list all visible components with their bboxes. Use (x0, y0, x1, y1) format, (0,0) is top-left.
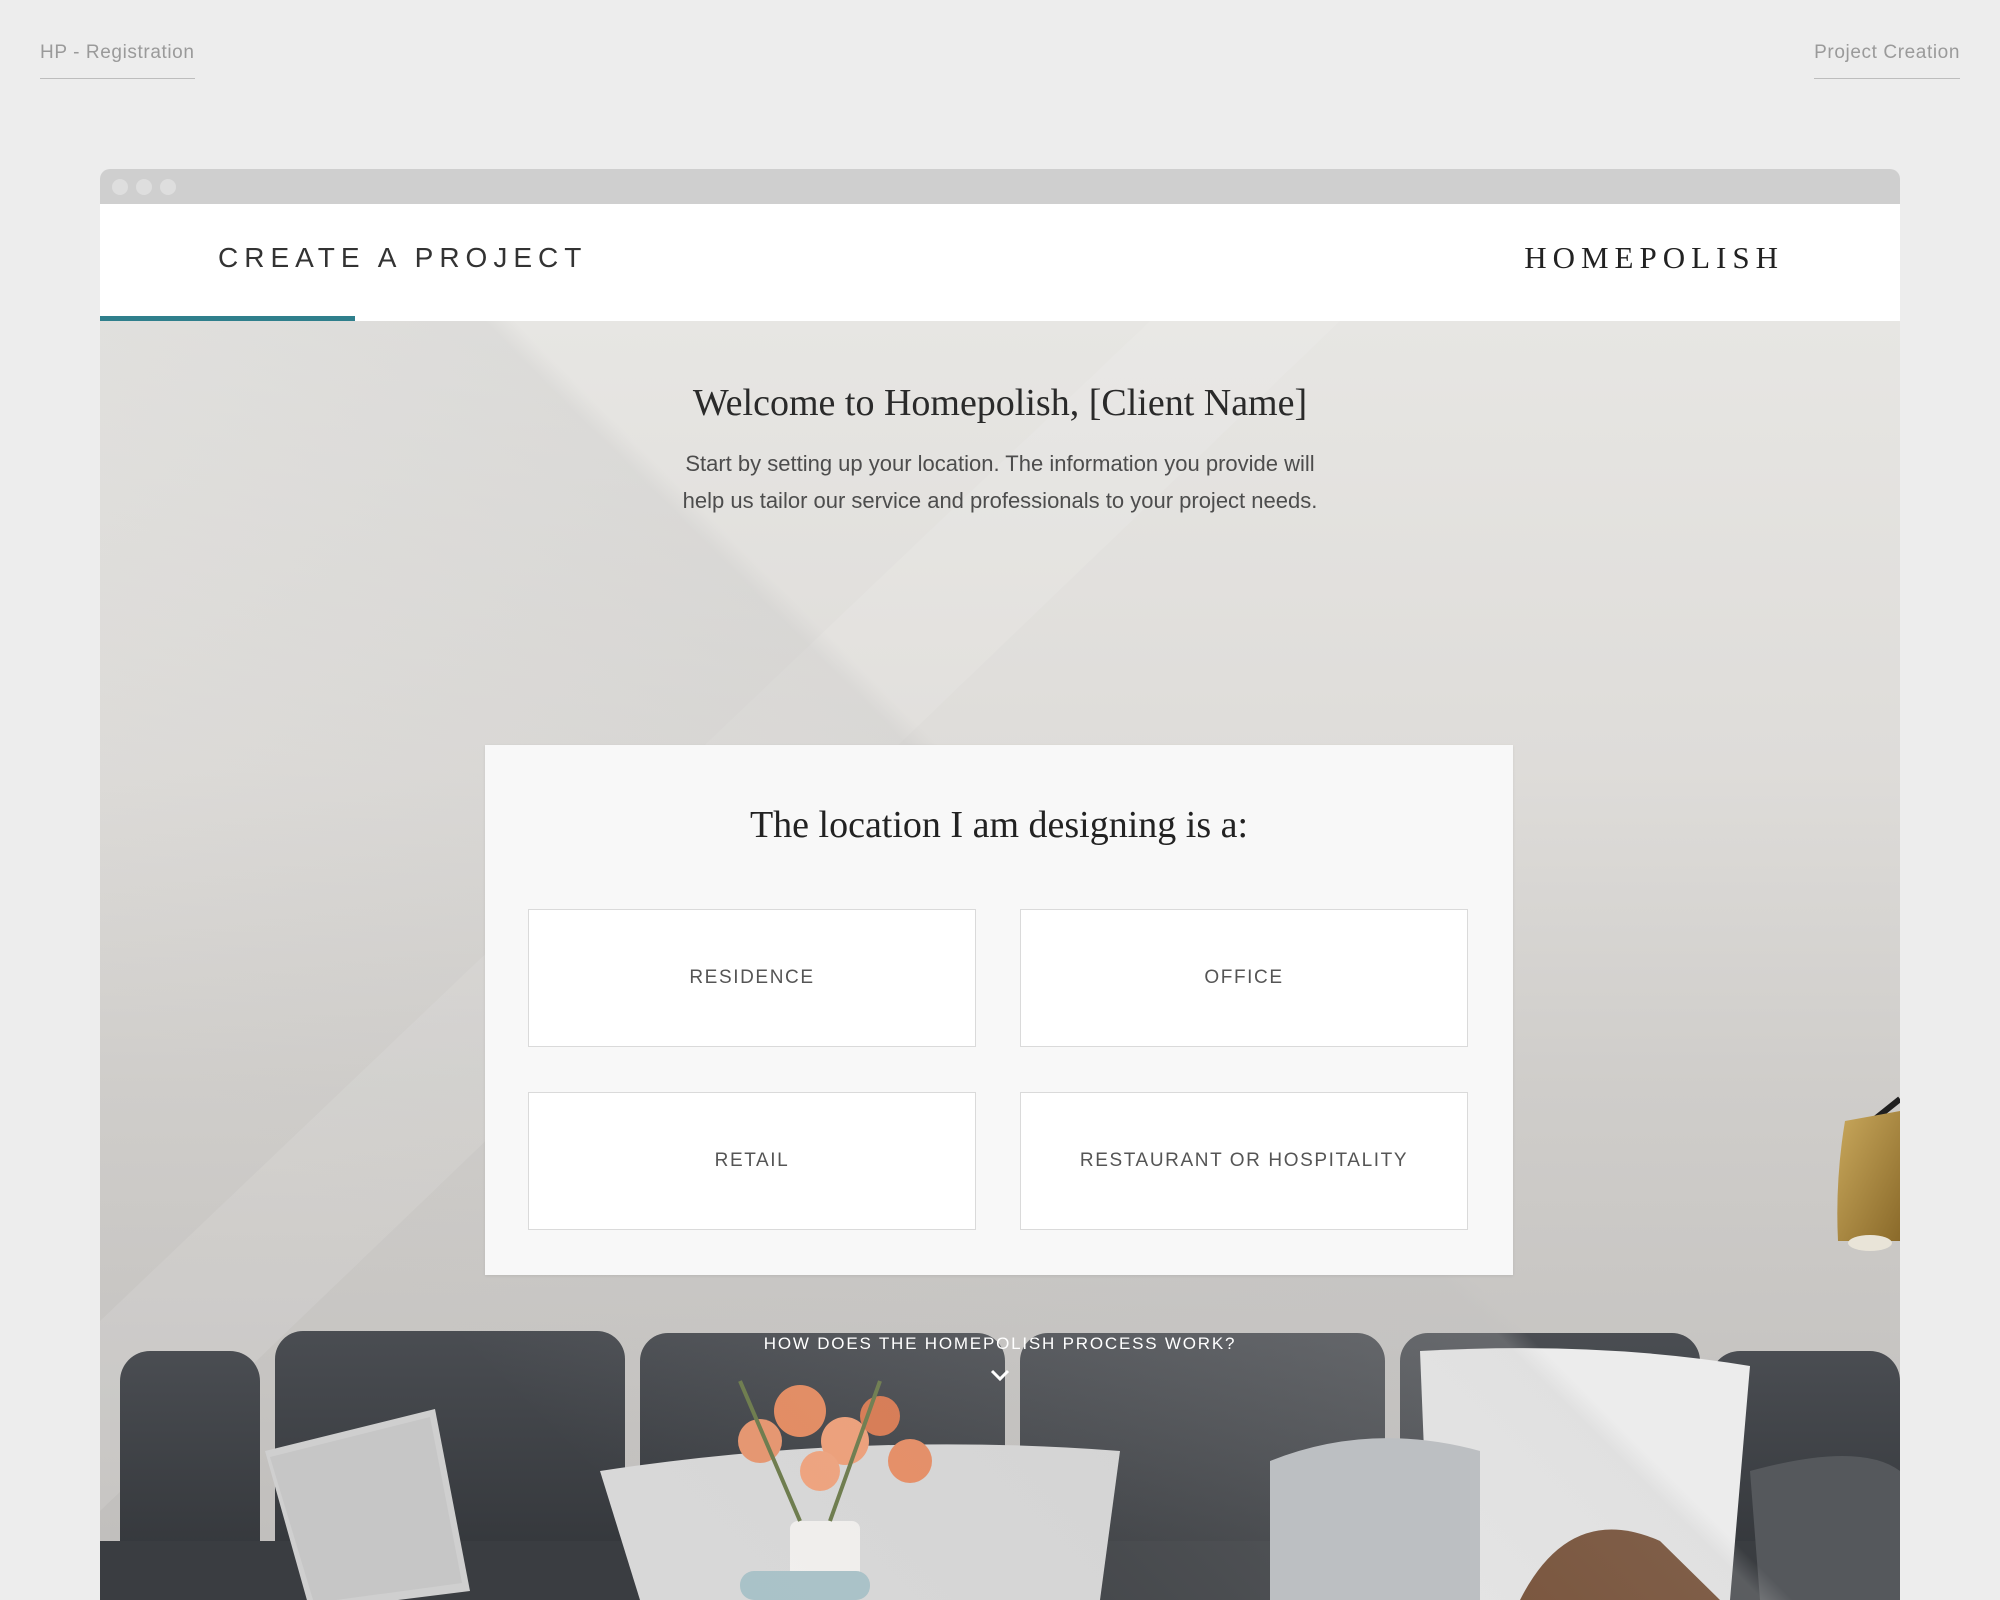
welcome-subtitle-line-2: help us tailor our service and professio… (682, 488, 1318, 513)
option-retail-button[interactable]: RETAIL (528, 1092, 976, 1230)
option-restaurant-hospitality-button[interactable]: RESTAURANT OR HOSPITALITY (1020, 1092, 1468, 1230)
welcome-subtitle-line-1: Start by setting up your location. The i… (685, 451, 1315, 476)
site-header: CREATE A PROJECT HOMEPOLISH (100, 204, 1900, 321)
process-info-link[interactable]: HOW DOES THE HOMEPOLISH PROCESS WORK? (100, 1334, 1900, 1354)
option-office-button[interactable]: OFFICE (1020, 909, 1468, 1047)
location-type-card: The location I am designing is a: RESIDE… (485, 745, 1513, 1275)
browser-window: CREATE A PROJECT HOMEPOLISH Welcome to H… (100, 169, 1900, 1600)
window-close-dot[interactable] (112, 179, 128, 195)
browser-chrome-bar (100, 169, 1900, 204)
window-minimize-dot[interactable] (136, 179, 152, 195)
window-maximize-dot[interactable] (160, 179, 176, 195)
page-label-left: HP - Registration (40, 42, 195, 79)
location-question: The location I am designing is a: (749, 804, 1249, 846)
chevron-down-icon[interactable] (989, 1366, 1011, 1384)
hero-section: Welcome to Homepolish, [Client Name] Sta… (100, 321, 1900, 1600)
option-residence-button[interactable]: RESIDENCE (528, 909, 976, 1047)
welcome-heading: Welcome to Homepolish, [Client Name] (692, 382, 1308, 424)
page-title: CREATE A PROJECT (218, 242, 588, 273)
brand-logo[interactable]: HOMEPOLISH (1524, 240, 1784, 276)
welcome-subtitle: Start by setting up your location. The i… (640, 445, 1360, 519)
page-label-right: Project Creation (1814, 42, 1960, 79)
